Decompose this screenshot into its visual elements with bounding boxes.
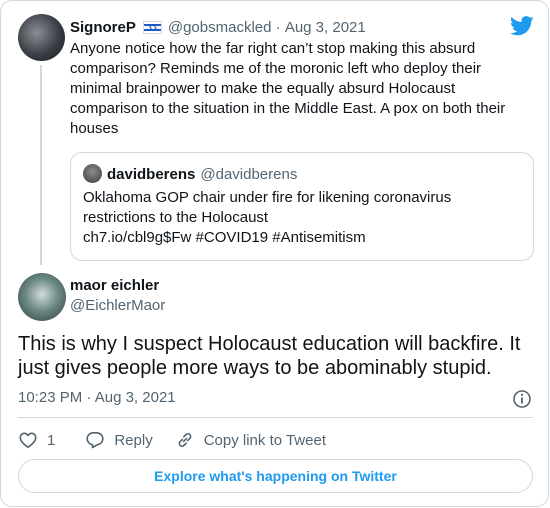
copy-link-button[interactable]: Copy link to Tweet bbox=[175, 430, 326, 450]
tweet-date-link[interactable]: Aug 3, 2021 bbox=[285, 19, 366, 36]
avatar[interactable] bbox=[18, 273, 66, 321]
separator-dot: · bbox=[82, 389, 95, 406]
reply-icon bbox=[86, 432, 104, 449]
quoted-tweet-header: davidberens @davidberens bbox=[107, 164, 297, 184]
tweet-text: This is why I suspect Holocaust educatio… bbox=[18, 333, 521, 379]
reply-tweet-text: Anyone notice how the far right can’t st… bbox=[70, 40, 506, 137]
tweet-date: Aug 3, 2021 bbox=[94, 389, 176, 406]
author-handle[interactable]: @gobsmackled bbox=[168, 19, 272, 36]
info-icon[interactable] bbox=[512, 389, 532, 409]
author-handle[interactable]: @EichlerMaor bbox=[70, 297, 165, 314]
divider bbox=[18, 417, 533, 418]
quoted-text-line: restrictions to the Holocaust bbox=[83, 209, 269, 226]
israel-flag-icon bbox=[142, 20, 162, 34]
tweet-time: 10:23 PM bbox=[18, 389, 83, 406]
twitter-logo-icon[interactable] bbox=[510, 15, 534, 37]
quoted-author-handle: @davidberens bbox=[200, 165, 298, 183]
action-bar: 1 Reply Copy link to Tweet bbox=[18, 428, 326, 452]
avatar bbox=[83, 164, 102, 183]
heart-icon bbox=[19, 432, 37, 448]
reply-tweet-header: SignoreP @gobsmackled · Aug 3, 2021 bbox=[70, 16, 366, 38]
explore-button[interactable]: Explore what's happening on Twitter bbox=[18, 459, 533, 493]
avatar[interactable] bbox=[18, 14, 65, 61]
quoted-author-name: davidberens bbox=[107, 165, 196, 183]
link-icon bbox=[178, 433, 192, 447]
author-name[interactable]: maor eichler bbox=[70, 277, 159, 294]
quoted-text-line: ch7.io/cbl9g$Fw #COVID19 #Antisemitism bbox=[83, 229, 366, 246]
author-name[interactable]: SignoreP bbox=[70, 19, 136, 36]
quoted-tweet-text: Oklahoma GOP chair under fire for likeni… bbox=[83, 188, 503, 248]
tweet-embed-card: SignoreP @gobsmackled · Aug 3, 2021 Anyo… bbox=[0, 0, 549, 507]
quoted-text-line: Oklahoma GOP chair under fire for likeni… bbox=[83, 189, 452, 206]
copy-link-label: Copy link to Tweet bbox=[203, 431, 326, 449]
like-button[interactable]: 1 bbox=[18, 430, 55, 450]
thread-connector-line bbox=[40, 65, 42, 265]
reply-button[interactable]: Reply bbox=[85, 430, 153, 450]
tweet-timestamp-link[interactable]: 10:23 PM · Aug 3, 2021 bbox=[18, 389, 176, 406]
separator-dot: · bbox=[271, 18, 285, 36]
reply-label: Reply bbox=[114, 431, 153, 449]
like-count: 1 bbox=[47, 431, 56, 449]
